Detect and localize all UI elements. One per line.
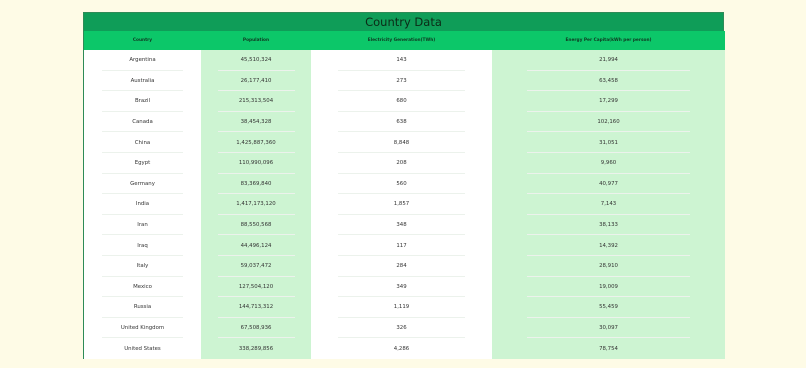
cell-energy: 14,392 bbox=[492, 235, 725, 256]
cell-country: China bbox=[84, 132, 201, 153]
cell-energy: 17,299 bbox=[492, 91, 725, 112]
table-row: United States 338,289,856 4,286 78,754 bbox=[84, 338, 725, 359]
cell-electricity: 4,286 bbox=[311, 338, 492, 359]
cell-electricity: 348 bbox=[311, 214, 492, 236]
cell-population: 45,510,324 bbox=[201, 50, 311, 71]
table-row: Germany 83,369,840 560 40,977 bbox=[84, 173, 725, 195]
cell-electricity: 143 bbox=[311, 50, 492, 71]
cell-energy: 55,459 bbox=[492, 297, 725, 318]
cell-electricity: 326 bbox=[311, 317, 492, 339]
cell-electricity: 1,857 bbox=[311, 194, 492, 215]
cell-electricity: 273 bbox=[311, 70, 492, 92]
cell-electricity: 208 bbox=[311, 152, 492, 174]
header-population[interactable]: Population bbox=[201, 31, 311, 50]
cell-electricity: 349 bbox=[311, 276, 492, 298]
header-electricity-generation[interactable]: Electricity Generation(TWh) bbox=[311, 31, 492, 50]
cell-electricity: 560 bbox=[311, 173, 492, 195]
cell-country: Argentina bbox=[84, 50, 201, 71]
cell-population: 44,496,124 bbox=[201, 235, 311, 256]
table-row: United Kingdom 67,508,936 326 30,097 bbox=[84, 317, 725, 339]
cell-population: 88,550,568 bbox=[201, 214, 311, 236]
cell-energy: 9,960 bbox=[492, 152, 725, 174]
cell-population: 127,504,120 bbox=[201, 276, 311, 298]
cell-electricity: 284 bbox=[311, 255, 492, 277]
table-row: China 1,425,887,360 8,848 31,051 bbox=[84, 132, 725, 153]
cell-population: 67,508,936 bbox=[201, 317, 311, 339]
header-row: Country Population Electricity Generatio… bbox=[84, 31, 725, 50]
cell-country: United States bbox=[84, 338, 201, 359]
cell-energy: 38,133 bbox=[492, 214, 725, 236]
cell-population: 1,417,173,120 bbox=[201, 194, 311, 215]
cell-country: Canada bbox=[84, 111, 201, 133]
cell-electricity: 638 bbox=[311, 111, 492, 133]
cell-energy: 40,977 bbox=[492, 173, 725, 195]
header-country[interactable]: Country bbox=[84, 31, 201, 50]
cell-population: 83,369,840 bbox=[201, 173, 311, 195]
header-energy-per-capita[interactable]: Energy Per Capita(kWh per person) bbox=[492, 31, 725, 50]
cell-energy: 102,160 bbox=[492, 111, 725, 133]
cell-population: 26,177,410 bbox=[201, 70, 311, 92]
cell-country: Italy bbox=[84, 255, 201, 277]
cell-population: 38,454,328 bbox=[201, 111, 311, 133]
cell-population: 215,313,504 bbox=[201, 91, 311, 112]
table-row: Canada 38,454,328 638 102,160 bbox=[84, 111, 725, 133]
cell-population: 338,289,856 bbox=[201, 338, 311, 359]
table-row: India 1,417,173,120 1,857 7,143 bbox=[84, 194, 725, 215]
country-data-table: Country Population Electricity Generatio… bbox=[84, 31, 725, 359]
cell-country: Russia bbox=[84, 297, 201, 318]
table-row: Iraq 44,496,124 117 14,392 bbox=[84, 235, 725, 256]
table-row: Australia 26,177,410 273 63,458 bbox=[84, 70, 725, 92]
table-row: Egypt 110,990,096 208 9,960 bbox=[84, 152, 725, 174]
cell-population: 59,037,472 bbox=[201, 255, 311, 277]
cell-country: Germany bbox=[84, 173, 201, 195]
cell-energy: 31,051 bbox=[492, 132, 725, 153]
cell-energy: 30,097 bbox=[492, 317, 725, 339]
cell-population: 110,990,096 bbox=[201, 152, 311, 174]
cell-country: India bbox=[84, 194, 201, 215]
cell-country: Egypt bbox=[84, 152, 201, 174]
cell-population: 144,713,312 bbox=[201, 297, 311, 318]
cell-energy: 28,910 bbox=[492, 255, 725, 277]
table-row: Italy 59,037,472 284 28,910 bbox=[84, 255, 725, 277]
cell-energy: 63,458 bbox=[492, 70, 725, 92]
cell-country: Brazil bbox=[84, 91, 201, 112]
cell-energy: 78,754 bbox=[492, 338, 725, 359]
cell-energy: 7,143 bbox=[492, 194, 725, 215]
cell-electricity: 1,119 bbox=[311, 297, 492, 318]
cell-electricity: 8,848 bbox=[311, 132, 492, 153]
cell-country: Iraq bbox=[84, 235, 201, 256]
cell-energy: 21,994 bbox=[492, 50, 725, 71]
table-title: Country Data bbox=[84, 13, 723, 31]
table-row: Brazil 215,313,504 680 17,299 bbox=[84, 91, 725, 112]
cell-country: Australia bbox=[84, 70, 201, 92]
table-body: Argentina 45,510,324 143 21,994 Australia 26,… bbox=[84, 50, 725, 359]
cell-population: 1,425,887,360 bbox=[201, 132, 311, 153]
cell-country: Mexico bbox=[84, 276, 201, 298]
cell-country: Iran bbox=[84, 214, 201, 236]
cell-electricity: 117 bbox=[311, 235, 492, 256]
table-row: Argentina 45,510,324 143 21,994 bbox=[84, 50, 725, 71]
cell-country: United Kingdom bbox=[84, 317, 201, 339]
table-row: Mexico 127,504,120 349 19,009 bbox=[84, 276, 725, 298]
cell-energy: 19,009 bbox=[492, 276, 725, 298]
country-data-table-panel: Country Data Country Population Electric… bbox=[83, 12, 725, 359]
table-row: Iran 88,550,568 348 38,133 bbox=[84, 214, 725, 236]
cell-electricity: 680 bbox=[311, 91, 492, 112]
table-row: Russia 144,713,312 1,119 55,459 bbox=[84, 297, 725, 318]
